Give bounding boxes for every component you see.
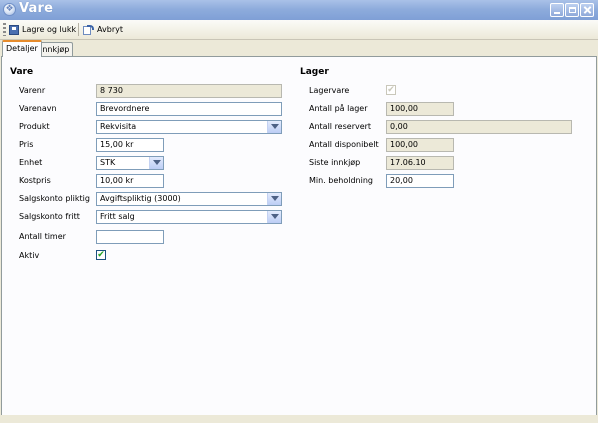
toolbar-separator (78, 23, 79, 36)
varenavn-label: Varenavn (19, 104, 57, 113)
siste-innkjop-field[interactable]: 17.06.10 (386, 156, 454, 170)
undo-icon (83, 24, 94, 35)
chevron-down-icon[interactable] (267, 211, 281, 223)
lagervare-label: Lagervare (309, 86, 350, 95)
antall-timer-field[interactable] (96, 230, 164, 244)
save-and-close-label: Lagre og lukk (22, 25, 77, 34)
antall-reservert-field[interactable]: 0,00 (386, 120, 572, 134)
antall-pa-lager-label: Antall på lager (309, 104, 368, 113)
toolbar: Lagre og lukk Avbryt (0, 20, 598, 40)
tab-details[interactable]: Detaljer (2, 40, 42, 57)
maximize-button[interactable] (565, 3, 579, 17)
min-beholdning-label: Min. beholdning (309, 176, 373, 185)
status-bar (0, 415, 598, 423)
enhet-label: Enhet (19, 158, 43, 167)
salgskonto-fritt-value: Fritt salg (100, 212, 135, 221)
close-button[interactable] (580, 3, 594, 17)
produkt-select[interactable]: Rekvisita (96, 120, 282, 134)
salgskonto-fritt-select[interactable]: Fritt salg (96, 210, 282, 224)
siste-innkjop-label: Siste innkjøp (309, 158, 361, 167)
save-and-close-button[interactable]: Lagre og lukk (9, 22, 76, 37)
details-panel (1, 56, 597, 422)
lagervare-checkbox[interactable]: ✔ (386, 85, 396, 95)
produkt-label: Produkt (19, 122, 50, 131)
aktiv-label: Aktiv (19, 251, 40, 260)
section-title-lager: Lager (300, 67, 329, 77)
cancel-button[interactable]: Avbryt (83, 22, 123, 37)
varenavn-field[interactable]: Brevordnere (96, 102, 282, 116)
antall-disponibelt-field[interactable]: 100,00 (386, 138, 454, 152)
title-bar: ❖ Vare (0, 0, 598, 21)
antall-timer-label: Antall timer (19, 232, 66, 241)
kostpris-field[interactable]: 10,00 kr (96, 174, 164, 188)
salgskonto-pliktig-value: Avgiftspliktig (3000) (100, 194, 181, 203)
enhet-select[interactable]: STK (96, 156, 164, 170)
pris-field[interactable]: 15,00 kr (96, 138, 164, 152)
chevron-down-icon[interactable] (149, 157, 163, 169)
chevron-down-icon[interactable] (267, 121, 281, 133)
chevron-down-icon[interactable] (267, 193, 281, 205)
produkt-value: Rekvisita (100, 122, 137, 131)
kostpris-label: Kostpris (19, 176, 51, 185)
salgskonto-pliktig-select[interactable]: Avgiftspliktig (3000) (96, 192, 282, 206)
enhet-value: STK (100, 158, 116, 167)
antall-pa-lager-field[interactable]: 100,00 (386, 102, 454, 116)
toolbar-grip[interactable] (3, 23, 6, 36)
antall-reservert-label: Antall reservert (309, 122, 372, 131)
aktiv-checkbox[interactable]: ✔ (96, 250, 106, 260)
min-beholdning-field[interactable]: 20,00 (386, 174, 454, 188)
salgskonto-fritt-label: Salgskonto fritt (19, 212, 80, 221)
section-title-vare: Vare (10, 67, 34, 77)
antall-disponibelt-label: Antall disponibelt (309, 140, 379, 149)
window-title: Vare (19, 1, 54, 16)
cancel-label: Avbryt (97, 25, 123, 34)
app-icon: ❖ (3, 3, 16, 16)
minimize-button[interactable] (550, 3, 564, 17)
save-icon (9, 24, 19, 35)
varenr-label: Varenr (19, 86, 46, 95)
pris-label: Pris (19, 140, 34, 149)
salgskonto-pliktig-label: Salgskonto pliktig (19, 194, 90, 203)
varenr-field[interactable]: 8 730 (96, 84, 282, 98)
